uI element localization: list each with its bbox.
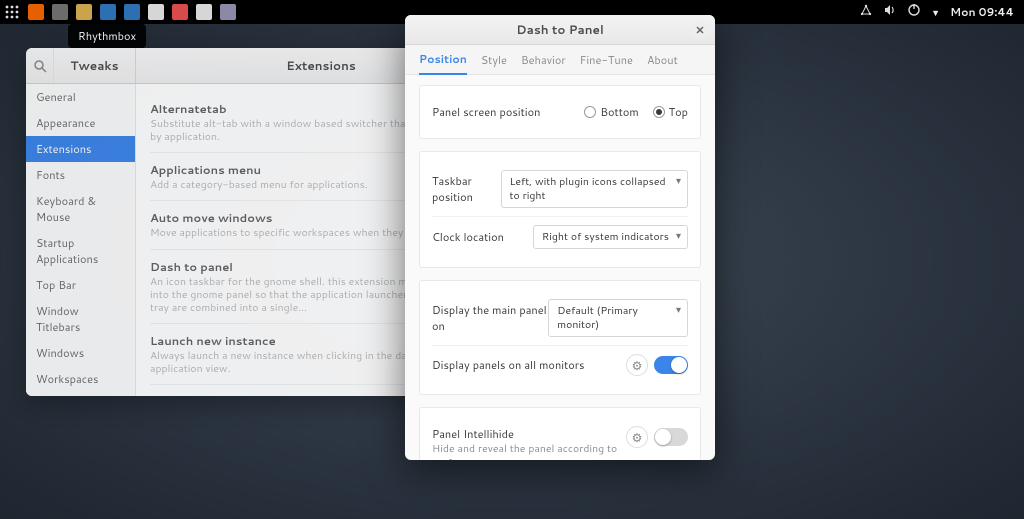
intellihide-card: Panel Intellihide Hide and reveal the pa…	[419, 407, 701, 460]
dash-to-panel-dialog: Dash to Panel ✕ Position Style Behavior Fin…	[405, 15, 715, 460]
applications-icon[interactable]	[0, 0, 24, 24]
tab-about[interactable]: About	[647, 46, 678, 74]
intellihide-switch[interactable]	[654, 428, 688, 446]
sidebar-item-extensions[interactable]: Extensions	[26, 136, 135, 162]
display-main-label: Display the main panel on	[432, 302, 548, 334]
sidebar-item-fonts[interactable]: Fonts	[26, 162, 135, 188]
radio-dot-icon	[653, 106, 665, 118]
taskbar-app-firefox[interactable]	[24, 0, 48, 24]
panel-position-card: Panel screen position Bottom Top	[419, 85, 701, 139]
sidebar-item-startup-applications[interactable]: Startup Applications	[26, 230, 135, 272]
taskbar-app-calc[interactable]	[120, 0, 144, 24]
power-icon	[907, 3, 921, 21]
taskbar-clock-card: Taskbar position Left, with plugin icons…	[419, 151, 701, 268]
sidebar-item-keyboard-mouse[interactable]: Keyboard & Mouse	[26, 188, 135, 230]
sidebar-item-window-titlebars[interactable]: Window Titlebars	[26, 298, 135, 340]
volume-icon	[883, 3, 897, 21]
panel-position-radios: Bottom Top	[584, 104, 688, 120]
display-all-settings-button[interactable]: ⚙	[626, 354, 648, 376]
display-all-label: Display panels on all monitors	[432, 357, 585, 373]
radio-dot-icon	[584, 106, 596, 118]
taskbar-position-label: Taskbar position	[432, 173, 501, 205]
display-card: Display the main panel on Default (Prima…	[419, 280, 701, 395]
panel-status-area[interactable]: ▼ Mon 09:44	[859, 3, 1024, 21]
dtp-title: Dash to Panel	[516, 21, 604, 38]
tab-fine-tune[interactable]: Fine-Tune	[580, 46, 633, 74]
sidebar-item-appearance[interactable]: Appearance	[26, 110, 135, 136]
radio-label: Bottom	[600, 104, 638, 120]
clock-location-combo[interactable]: Right of system indicators	[533, 225, 688, 249]
taskbar-app-writer[interactable]	[96, 0, 120, 24]
taskbar-app-software[interactable]	[144, 0, 168, 24]
tweaks-title: Tweaks	[54, 57, 135, 74]
taskbar-tooltip: Rhythmbox	[68, 24, 146, 48]
dtp-headerbar: Dash to Panel ✕	[405, 15, 715, 45]
sidebar-item-workspaces[interactable]: Workspaces	[26, 366, 135, 392]
sidebar-item-general[interactable]: General	[26, 84, 135, 110]
close-button[interactable]: ✕	[691, 21, 709, 39]
sidebar-item-top-bar[interactable]: Top Bar	[26, 272, 135, 298]
clock-location-label: Clock location	[432, 229, 504, 245]
gear-icon: ⚙	[632, 357, 643, 374]
dtp-tabbar: Position Style Behavior Fine-Tune About	[405, 45, 715, 75]
tab-style[interactable]: Style	[481, 46, 507, 74]
radio-bottom[interactable]: Bottom	[584, 104, 638, 120]
panel-app-tray	[0, 0, 240, 24]
taskbar-position-value: Left, with plugin icons collapsed to rig…	[510, 175, 666, 203]
radio-label: Top	[669, 104, 688, 120]
gear-icon: ⚙	[632, 429, 643, 446]
taskbar-app-tweaks[interactable]	[192, 0, 216, 24]
taskbar-app-extension[interactable]	[216, 0, 240, 24]
tab-behavior[interactable]: Behavior	[521, 46, 566, 74]
taskbar-app-rhythmbox[interactable]	[72, 0, 96, 24]
clock-location-value: Right of system indicators	[542, 230, 669, 244]
tweaks-sidebar: GeneralAppearanceExtensionsFontsKeyboard…	[26, 84, 136, 396]
taskbar-app-help[interactable]	[168, 0, 192, 24]
display-main-combo[interactable]: Default (Primary monitor)	[548, 299, 688, 337]
panel-position-label: Panel screen position	[432, 104, 540, 120]
chevron-down-icon: ▼	[931, 6, 940, 19]
tab-position[interactable]: Position	[419, 45, 467, 75]
display-all-switch[interactable]	[654, 356, 688, 374]
taskbar-position-combo[interactable]: Left, with plugin icons collapsed to rig…	[501, 170, 688, 208]
intellihide-desc: Hide and reveal the panel according to p…	[432, 442, 626, 460]
dtp-body: Panel screen position Bottom Top Taskbar …	[405, 75, 715, 460]
intellihide-title: Panel Intellihide	[432, 426, 626, 442]
intellihide-settings-button[interactable]: ⚙	[626, 426, 648, 448]
network-icon	[859, 3, 873, 21]
taskbar-app-files[interactable]	[48, 0, 72, 24]
panel-clock: Mon 09:44	[950, 4, 1014, 20]
search-button[interactable]	[26, 48, 54, 83]
radio-top[interactable]: Top	[653, 104, 688, 120]
display-main-value: Default (Primary monitor)	[557, 304, 638, 332]
sidebar-item-windows[interactable]: Windows	[26, 340, 135, 366]
